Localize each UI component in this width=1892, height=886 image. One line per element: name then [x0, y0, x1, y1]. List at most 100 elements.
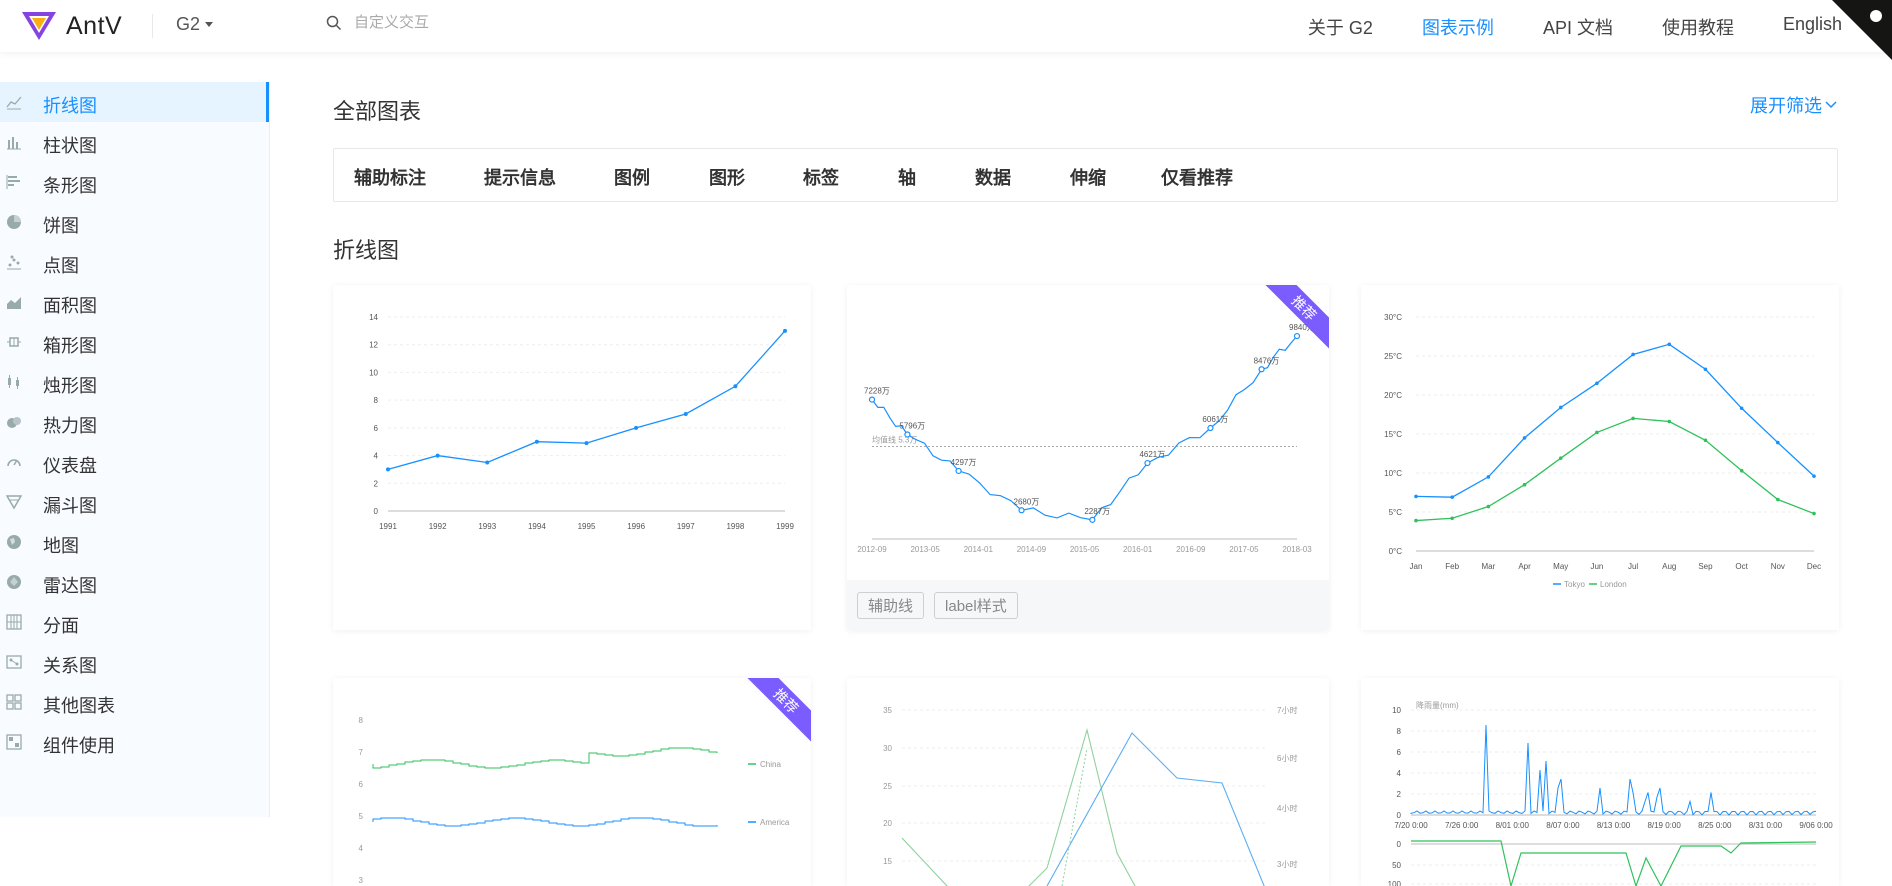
data-point	[1703, 367, 1708, 372]
nav-api-docs[interactable]: API 文档	[1543, 14, 1613, 40]
gauge-icon	[7, 459, 21, 467]
dashed-line	[1061, 747, 1088, 886]
data-point	[1486, 475, 1491, 479]
nav-tutorial[interactable]: 使用教程	[1662, 14, 1734, 40]
sidebar-item-other-chart[interactable]: 其他图表	[0, 682, 269, 722]
chart-temperature-line: 0°C 5°C 10°C 15°C 20°C 25°C 30°C Jan Feb Mar Apr Ma…	[1384, 313, 1821, 589]
x-tick-label: 1997	[677, 522, 695, 531]
legend-label: America	[760, 818, 790, 827]
sidebar-item-candlestick[interactable]: 烛形图	[0, 362, 269, 402]
antv-logo[interactable]: AntV	[20, 8, 122, 44]
y-tick-label: 6	[1397, 748, 1402, 757]
sidebar-item-line-chart[interactable]: 折线图	[0, 82, 269, 122]
dot-chart-icon	[7, 255, 21, 270]
sidebar-item-relation[interactable]: 关系图	[0, 642, 269, 682]
sidebar-item-label: 仪表盘	[43, 456, 97, 476]
sidebar-item-bar-chart[interactable]: 条形图	[0, 162, 269, 202]
search-box[interactable]	[326, 14, 574, 31]
x-tick-label: Jun	[1590, 562, 1603, 571]
y-tick-label-left: 25	[883, 782, 892, 791]
filter-recommended[interactable]: 仅看推荐	[1161, 164, 1233, 190]
filter-legend[interactable]: 图例	[614, 164, 650, 190]
y-tick-label: 0°C	[1389, 547, 1403, 556]
nav-examples[interactable]: 图表示例	[1422, 14, 1494, 40]
y-tick-label-right: 3小时	[1277, 859, 1297, 869]
filter-label[interactable]: 标签	[803, 164, 839, 190]
filter-axis[interactable]: 轴	[898, 164, 916, 190]
x-tick-label: Mar	[1481, 562, 1495, 571]
sidebar-item-box-chart[interactable]: 箱形图	[0, 322, 269, 362]
y-tick-label: 4	[359, 844, 364, 853]
chart-card-1[interactable]: 0 2 4 6 8 10 12 14 1991 1992 1993 1994 1995 1996 1997 1…	[333, 285, 811, 630]
tag-auxiliary-line[interactable]: 辅助线	[857, 591, 925, 619]
data-point	[1207, 424, 1214, 432]
github-corner-icon[interactable]	[1832, 0, 1892, 60]
data-point	[1522, 436, 1527, 440]
chart-card-2[interactable]: 2012-09 2013-05 2014-01 2014-09 2015-05 2016-…	[847, 285, 1329, 630]
data-point	[1144, 459, 1151, 467]
y-tick-label: 15°C	[1384, 430, 1402, 439]
sidebar-item-funnel[interactable]: 漏斗图	[0, 482, 269, 522]
sidebar-item-label: 折线图	[43, 96, 97, 116]
data-point	[1258, 366, 1265, 373]
chart-card-3[interactable]: 0°C 5°C 10°C 15°C 20°C 25°C 30°C Jan Feb Mar Apr Ma…	[1361, 285, 1839, 630]
x-tick-label: Sep	[1698, 562, 1713, 571]
sidebar-item-gauge[interactable]: 仪表盘	[0, 442, 269, 482]
data-point	[1703, 438, 1708, 443]
data-point	[1558, 405, 1563, 410]
x-tick-label: 8/25 0:00	[1698, 821, 1732, 830]
x-tick-label: Aug	[1662, 562, 1676, 571]
chart-card-4[interactable]: 345678ChinaAmericaBrazil 推荐	[333, 678, 811, 886]
sidebar-item-label: 箱形图	[43, 336, 97, 356]
y-tick-label: 30°C	[1384, 313, 1402, 322]
y-tick-label-right: 4小时	[1277, 803, 1297, 813]
data-point	[1450, 495, 1454, 499]
x-tick-label: 2016-09	[1176, 545, 1206, 554]
funnel-icon	[6, 495, 22, 510]
chart-card-5[interactable]: 15 20 25 30 35 3小时 4小时 6小时 7小时	[847, 678, 1329, 886]
filter-shape[interactable]: 图形	[709, 164, 745, 190]
data-label: 2680万	[1014, 497, 1040, 506]
data-label: 7228万	[864, 387, 890, 396]
sidebar-item-map[interactable]: 地图	[0, 522, 269, 562]
sidebar-item-radar[interactable]: 雷达图	[0, 562, 269, 602]
y-axis-title: 降雨量(mm)	[1416, 700, 1459, 710]
legend-label: Tokyo	[1564, 580, 1585, 589]
sidebar-item-facet[interactable]: 分面	[0, 602, 269, 642]
product-switcher[interactable]: G2	[176, 14, 214, 35]
expand-filter-button[interactable]: 展开筛选	[1750, 92, 1838, 118]
data-point	[386, 467, 390, 472]
filter-tooltip[interactable]: 提示信息	[484, 164, 556, 190]
x-tick-label: 8/19 0:00	[1647, 821, 1681, 830]
product-label: G2	[176, 14, 201, 34]
data-point	[1667, 419, 1672, 424]
sidebar-item-label: 柱状图	[43, 136, 97, 156]
sidebar-item-dot-chart[interactable]: 点图	[0, 242, 269, 282]
series-line	[1410, 724, 1817, 816]
sidebar-item-column-chart[interactable]: 柱状图	[0, 122, 269, 162]
sidebar-item-area-chart[interactable]: 面积图	[0, 282, 269, 322]
chart-card-6[interactable]: 降雨量(mm) 0 2 4 6 8 10 7/20 0:00 7/26 0:00 8/01 0:0…	[1361, 678, 1839, 886]
pie-chart-icon	[7, 215, 21, 229]
y-tick-label-left: 35	[883, 706, 892, 715]
tag-label-style[interactable]: label样式	[934, 591, 1018, 619]
x-tick-label: 8/07 0:00	[1546, 821, 1580, 830]
sidebar-item-heatmap[interactable]: 热力图	[0, 402, 269, 442]
y-tick-label: 5°C	[1389, 508, 1403, 517]
sidebar-item-component[interactable]: 组件使用	[0, 722, 269, 762]
data-point	[485, 460, 490, 465]
data-point	[435, 453, 440, 458]
series-line	[901, 727, 1136, 886]
x-tick-label: 2015-05	[1070, 545, 1100, 554]
x-tick-label: 1998	[726, 522, 744, 531]
filter-scale[interactable]: 伸缩	[1070, 164, 1106, 190]
filter-annotation[interactable]: 辅助标注	[354, 164, 426, 190]
filter-data[interactable]: 数据	[975, 164, 1011, 190]
sidebar-item-label: 热力图	[43, 416, 97, 436]
legend-label: China	[760, 760, 781, 769]
nav-about[interactable]: 关于 G2	[1308, 14, 1373, 40]
y-tick-label: 4	[374, 452, 379, 461]
search-input[interactable]	[354, 14, 574, 31]
sidebar-item-pie-chart[interactable]: 饼图	[0, 202, 269, 242]
y-tick-label: 0	[374, 507, 379, 516]
